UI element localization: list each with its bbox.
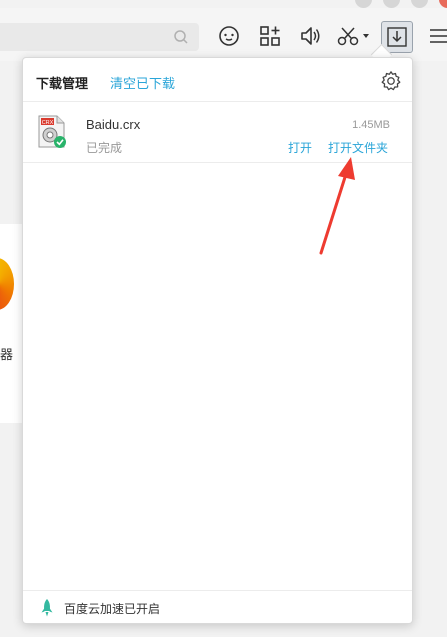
panel-title: 下载管理 bbox=[36, 76, 89, 91]
download-filename: Baidu.crx bbox=[86, 117, 141, 132]
download-filesize: 1.45MB bbox=[352, 119, 390, 131]
background-text: 器 bbox=[0, 347, 14, 362]
menu-icon[interactable] bbox=[425, 22, 447, 50]
open-file-link[interactable]: 打开 bbox=[288, 139, 312, 156]
gear-icon[interactable] bbox=[380, 70, 402, 92]
panel-header: 下载管理 清空已下载 bbox=[23, 58, 412, 102]
apps-icon[interactable] bbox=[256, 22, 284, 50]
crx-label: CRX bbox=[42, 120, 54, 126]
open-folder-link[interactable]: 打开文件夹 bbox=[328, 139, 388, 156]
search-box[interactable] bbox=[0, 23, 199, 51]
window-control-button[interactable] bbox=[411, 0, 428, 8]
window-close-button[interactable] bbox=[439, 0, 447, 8]
speaker-icon[interactable] bbox=[296, 22, 324, 50]
window-control-button[interactable] bbox=[383, 0, 400, 8]
search-icon[interactable] bbox=[173, 29, 189, 45]
download-item: CRX Baidu.crx 1.45MB 已完成 打开 打开文件夹 bbox=[23, 102, 412, 163]
background-card bbox=[0, 224, 24, 423]
panel-footer: 百度云加速已开启 bbox=[23, 590, 412, 623]
window-control-button[interactable] bbox=[355, 0, 372, 8]
rocket-icon bbox=[41, 599, 53, 617]
window-controls bbox=[347, 0, 447, 8]
clear-downloaded-link[interactable]: 清空已下载 bbox=[110, 73, 175, 92]
crx-file-icon: CRX bbox=[38, 115, 66, 148]
download-status: 已完成 bbox=[86, 141, 123, 155]
download-icon bbox=[387, 27, 407, 47]
download-manager-panel: 下载管理 清空已下载 CRX Baidu.crx 1.45MB 已完成 打开 打… bbox=[22, 57, 413, 624]
scissors-icon[interactable] bbox=[334, 22, 372, 50]
acceleration-status: 百度云加速已开启 bbox=[64, 602, 161, 616]
chat-icon[interactable] bbox=[215, 22, 243, 50]
